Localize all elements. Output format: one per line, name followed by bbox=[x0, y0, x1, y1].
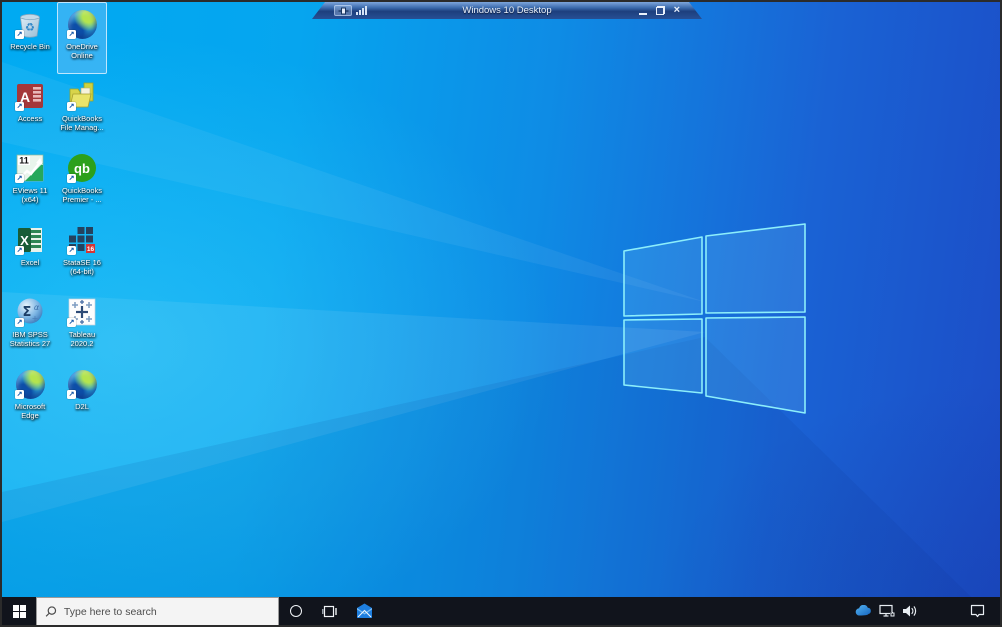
mail-app-button[interactable] bbox=[347, 597, 381, 625]
stata-app-icon: 16 ↗ bbox=[66, 224, 98, 256]
shortcut-arrow-icon: ↗ bbox=[67, 174, 76, 183]
desktop-icon-grid: ♻ ↗ Recycle Bin ↗ OneDrive Online A ↗ Ac… bbox=[5, 2, 109, 434]
remote-connection-bar[interactable]: Windows 10 Desktop × bbox=[312, 2, 702, 19]
desktop-icon-label: Tableau 2020.2 bbox=[68, 330, 96, 348]
desktop-icon-excel[interactable]: X ↗ Excel bbox=[5, 218, 55, 290]
excel-app-icon: X ↗ bbox=[14, 224, 46, 256]
shortcut-arrow-icon: ↗ bbox=[15, 390, 24, 399]
tableau-app-icon: ↗ bbox=[66, 296, 98, 328]
shortcut-arrow-icon: ↗ bbox=[15, 246, 24, 255]
volume-icon[interactable] bbox=[902, 604, 918, 618]
edge-browser-icon: ↗ bbox=[14, 368, 46, 400]
desktop-icon-onedrive-online[interactable]: ↗ OneDrive Online bbox=[57, 2, 107, 74]
desktop-icon-label: QuickBooks File Manag... bbox=[60, 114, 104, 132]
edge-browser-icon: ↗ bbox=[66, 8, 98, 40]
windows-start-icon bbox=[12, 604, 26, 618]
desktop-icon-spss[interactable]: Σ α + ↗ IBM SPSS Statistics 27 bbox=[5, 290, 55, 362]
eviews-app-icon: 11 ↗ bbox=[14, 152, 46, 184]
desktop-icon-label: Microsoft Edge bbox=[14, 402, 46, 420]
desktop-icon-tableau[interactable]: ↗ Tableau 2020.2 bbox=[57, 290, 107, 362]
action-center-button[interactable] bbox=[962, 597, 992, 625]
shortcut-arrow-icon: ↗ bbox=[67, 102, 76, 111]
corner-shade bbox=[2, 2, 1000, 625]
task-view-icon bbox=[322, 605, 337, 617]
search-icon bbox=[45, 606, 57, 617]
onedrive-cloud-icon[interactable] bbox=[855, 605, 872, 617]
restore-icon[interactable] bbox=[655, 6, 665, 15]
shortcut-arrow-icon: ↗ bbox=[15, 318, 24, 327]
quickbooks-app-icon: qb ↗ bbox=[66, 152, 98, 184]
shortcut-arrow-icon: ↗ bbox=[67, 246, 76, 255]
cortana-button[interactable] bbox=[279, 597, 313, 625]
desktop-icon-access[interactable]: A ↗ Access bbox=[5, 74, 55, 146]
desktop-icon-label: StataSE 16 (64-bit) bbox=[63, 258, 101, 276]
svg-text:♻: ♻ bbox=[25, 21, 35, 34]
desktop-icon-recycle-bin[interactable]: ♻ ↗ Recycle Bin bbox=[5, 2, 55, 74]
taskbar-empty-area bbox=[381, 597, 855, 625]
shortcut-arrow-icon: ↗ bbox=[15, 174, 24, 183]
desktop-icon-label: Excel bbox=[20, 258, 40, 267]
cortana-icon bbox=[290, 605, 302, 617]
svg-text:16: 16 bbox=[87, 246, 95, 253]
desktop-icon-eviews[interactable]: 11 ↗ EViews 11 (x64) bbox=[5, 146, 55, 218]
desktop-icon-quickbooks-file-manager[interactable]: ↗ QuickBooks File Manag... bbox=[57, 74, 107, 146]
windows-logo-icon bbox=[623, 223, 806, 414]
recycle-bin-icon: ♻ ↗ bbox=[14, 8, 46, 40]
desktop-icon-microsoft-edge[interactable]: ↗ Microsoft Edge bbox=[5, 362, 55, 434]
access-app-icon: A ↗ bbox=[14, 80, 46, 112]
desktop-icon-label: Access bbox=[17, 114, 43, 123]
svg-text:11: 11 bbox=[19, 156, 29, 166]
desktop-icon-label: IBM SPSS Statistics 27 bbox=[9, 330, 51, 348]
desktop-icon-quickbooks-premier[interactable]: qb ↗ QuickBooks Premier - ... bbox=[57, 146, 107, 218]
action-center-icon bbox=[970, 604, 984, 618]
shortcut-arrow-icon: ↗ bbox=[67, 318, 76, 327]
desktop-icon-label: D2L bbox=[75, 402, 89, 411]
desktop-icon-label: Recycle Bin bbox=[10, 42, 50, 51]
desktop-icon-label: EViews 11 (x64) bbox=[12, 186, 48, 204]
signal-bars-icon bbox=[356, 6, 367, 15]
edge-browser-icon: ↗ bbox=[66, 368, 98, 400]
network-icon[interactable] bbox=[879, 604, 895, 618]
desktop-icon-label: QuickBooks Premier - ... bbox=[61, 186, 103, 204]
desktop-wallpaper bbox=[2, 2, 1000, 625]
shortcut-arrow-icon: ↗ bbox=[67, 390, 76, 399]
taskbar bbox=[2, 597, 1000, 625]
pin-icon[interactable] bbox=[334, 5, 352, 16]
search-input[interactable] bbox=[63, 605, 270, 618]
system-tray bbox=[855, 597, 922, 625]
task-view-button[interactable] bbox=[313, 597, 347, 625]
shortcut-arrow-icon: ↗ bbox=[15, 102, 24, 111]
quickbooks-folder-icon: ↗ bbox=[66, 80, 98, 112]
taskbar-search-box[interactable] bbox=[36, 597, 279, 625]
svg-text:α: α bbox=[34, 303, 40, 312]
svg-text:+: + bbox=[32, 314, 39, 323]
close-icon[interactable]: × bbox=[674, 5, 680, 16]
minimize-icon[interactable] bbox=[638, 7, 647, 15]
shortcut-arrow-icon: ↗ bbox=[15, 30, 24, 39]
start-button[interactable] bbox=[2, 597, 36, 625]
spss-app-icon: Σ α + ↗ bbox=[14, 296, 46, 328]
svg-text:Σ: Σ bbox=[23, 305, 32, 320]
desktop-icon-stata[interactable]: 16 ↗ StataSE 16 (64-bit) bbox=[57, 218, 107, 290]
desktop-icon-label: OneDrive Online bbox=[66, 42, 98, 60]
remote-desktop-screen: Windows 10 Desktop × ♻ ↗ Recycle Bin ↗ O… bbox=[0, 0, 1002, 627]
desktop-icon-d2l[interactable]: ↗ D2L bbox=[57, 362, 107, 434]
shortcut-arrow-icon: ↗ bbox=[67, 30, 76, 39]
mail-icon bbox=[356, 603, 372, 618]
